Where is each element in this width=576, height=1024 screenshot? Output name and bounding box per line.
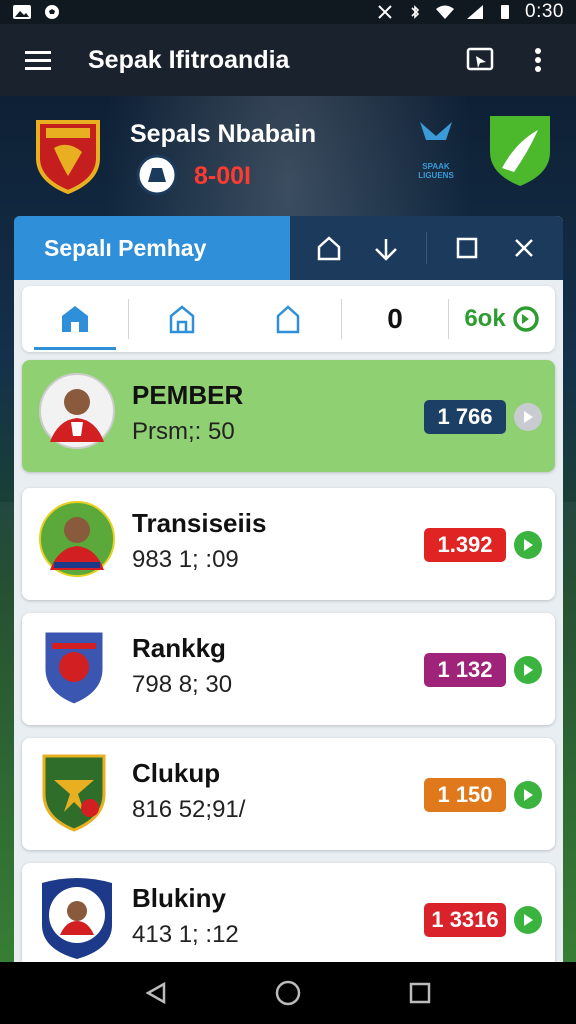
- open-details-button[interactable]: [514, 906, 542, 934]
- menu-button[interactable]: [20, 42, 56, 78]
- card-title: Blukiny: [132, 883, 226, 913]
- card-subtitle: 798 8; 30: [132, 671, 233, 698]
- card-title: PEMBER: [132, 380, 244, 410]
- club-crest-red-icon: [36, 120, 100, 194]
- avatar: [38, 750, 110, 839]
- battery-icon: [501, 5, 510, 19]
- more-options-button[interactable]: [520, 42, 556, 78]
- play-arrow-icon: [524, 914, 533, 926]
- score-badge: 1.392: [424, 528, 506, 562]
- card-subtitle: 983 1; :09: [132, 546, 239, 573]
- ranking-card[interactable]: Clukup 816 52;91/1 150: [22, 738, 555, 850]
- hamburger-icon: [25, 51, 51, 70]
- outline-home-icon: [169, 305, 195, 334]
- vote-tool-button[interactable]: [368, 230, 404, 266]
- gallery-icon: [13, 5, 31, 19]
- card-subtitle: 816 52;91/: [132, 796, 246, 823]
- ranking-card[interactable]: Rankkg 798 8; 30 1 132: [22, 613, 555, 725]
- tab-bar: 0 6ok: [22, 286, 555, 352]
- league-badge-icon: [136, 154, 178, 196]
- cast-button[interactable]: [462, 42, 498, 78]
- open-details-button[interactable]: [514, 531, 542, 559]
- close-button[interactable]: [506, 230, 542, 266]
- match-header: Sepals Nbabain 8-00I SPAAK LIGUENS: [0, 96, 576, 216]
- tab-home[interactable]: [22, 286, 128, 352]
- maximize-button[interactable]: [449, 230, 485, 266]
- app-bar: Sepak Ifitroandia: [0, 24, 576, 96]
- wifi-icon: [436, 5, 455, 19]
- panel-header: Sepalı Pemhay: [14, 216, 563, 280]
- match-title: Sepals Nbabain: [130, 120, 317, 148]
- avatar: [38, 875, 116, 962]
- clock-time: 0:30: [525, 1, 564, 22]
- tab-club[interactable]: [129, 286, 235, 352]
- panel-title: Sepalı Pemhay: [14, 216, 290, 280]
- screen-share-icon: [466, 47, 494, 71]
- card-subtitle: 413 1; :12: [132, 921, 239, 948]
- refresh-icon: [512, 306, 539, 332]
- bluetooth-icon: [411, 5, 420, 19]
- home-outline-icon: [317, 236, 341, 261]
- ballot-icon: [375, 239, 398, 261]
- play-arrow-icon: [524, 664, 533, 676]
- play-arrow-icon: [524, 789, 533, 801]
- recents-button[interactable]: [400, 973, 440, 1013]
- home-icon: [62, 306, 88, 332]
- outline-house-icon: [276, 305, 300, 334]
- card-subtitle: Prsm;: 50: [132, 418, 235, 445]
- score-badge: 1 3316: [424, 903, 506, 937]
- play-arrow-icon: [524, 411, 533, 423]
- back-button[interactable]: [136, 973, 176, 1013]
- score-badge: 1 150: [424, 778, 506, 812]
- tab-odds-label: 6ok: [464, 305, 506, 332]
- ranking-card[interactable]: Transiseiis 983 1; :09 1.392: [22, 488, 555, 600]
- status-bar: 0:30: [0, 0, 576, 24]
- back-icon: [145, 981, 166, 1005]
- ranking-card[interactable]: PEMBER Prsm;: 50 1 766: [22, 360, 555, 472]
- play-arrow-icon: [524, 539, 533, 551]
- score-badge: 1 132: [424, 653, 506, 687]
- card-title: Rankkg: [132, 633, 226, 663]
- tab-odds[interactable]: 6ok: [449, 286, 555, 352]
- open-details-button[interactable]: [514, 403, 542, 431]
- match-score: 8-00I: [194, 162, 251, 190]
- signal-icon: [467, 5, 484, 19]
- avatar: [38, 500, 116, 583]
- recents-icon: [409, 982, 431, 1004]
- leaderboard-panel: Sepalı Pemhay 0 6ok PEMBER Prsm;: 50 1 7…: [14, 216, 563, 962]
- card-title: Transiseiis: [132, 508, 267, 538]
- more-vert-icon: [535, 48, 541, 72]
- sponsor-label: SPAAK LIGUENS: [418, 162, 454, 180]
- tab-count[interactable]: 0: [342, 286, 448, 352]
- home-nav-button[interactable]: [268, 973, 308, 1013]
- maximize-icon: [456, 237, 477, 259]
- open-details-button[interactable]: [514, 656, 542, 684]
- avatar: [38, 372, 116, 455]
- score-badge: 1 766: [424, 400, 506, 434]
- card-title: Clukup: [132, 758, 221, 788]
- home-circle-icon: [275, 980, 301, 1006]
- sponsor-logo-icon: [420, 122, 452, 140]
- system-nav-bar: [0, 962, 576, 1024]
- tab-count-label: 0: [387, 303, 403, 334]
- open-details-button[interactable]: [514, 781, 542, 809]
- home-tool-button[interactable]: [311, 230, 347, 266]
- mute-icon: [378, 5, 392, 19]
- app-title: Sepak Ifitroandia: [88, 45, 290, 74]
- ranking-card[interactable]: Blukiny 413 1; :12 1 3316: [22, 863, 555, 962]
- football-icon: [45, 5, 59, 19]
- avatar: [38, 625, 110, 714]
- club-crest-green-icon: [490, 116, 550, 186]
- close-icon: [515, 239, 534, 257]
- tab-house[interactable]: [235, 286, 341, 352]
